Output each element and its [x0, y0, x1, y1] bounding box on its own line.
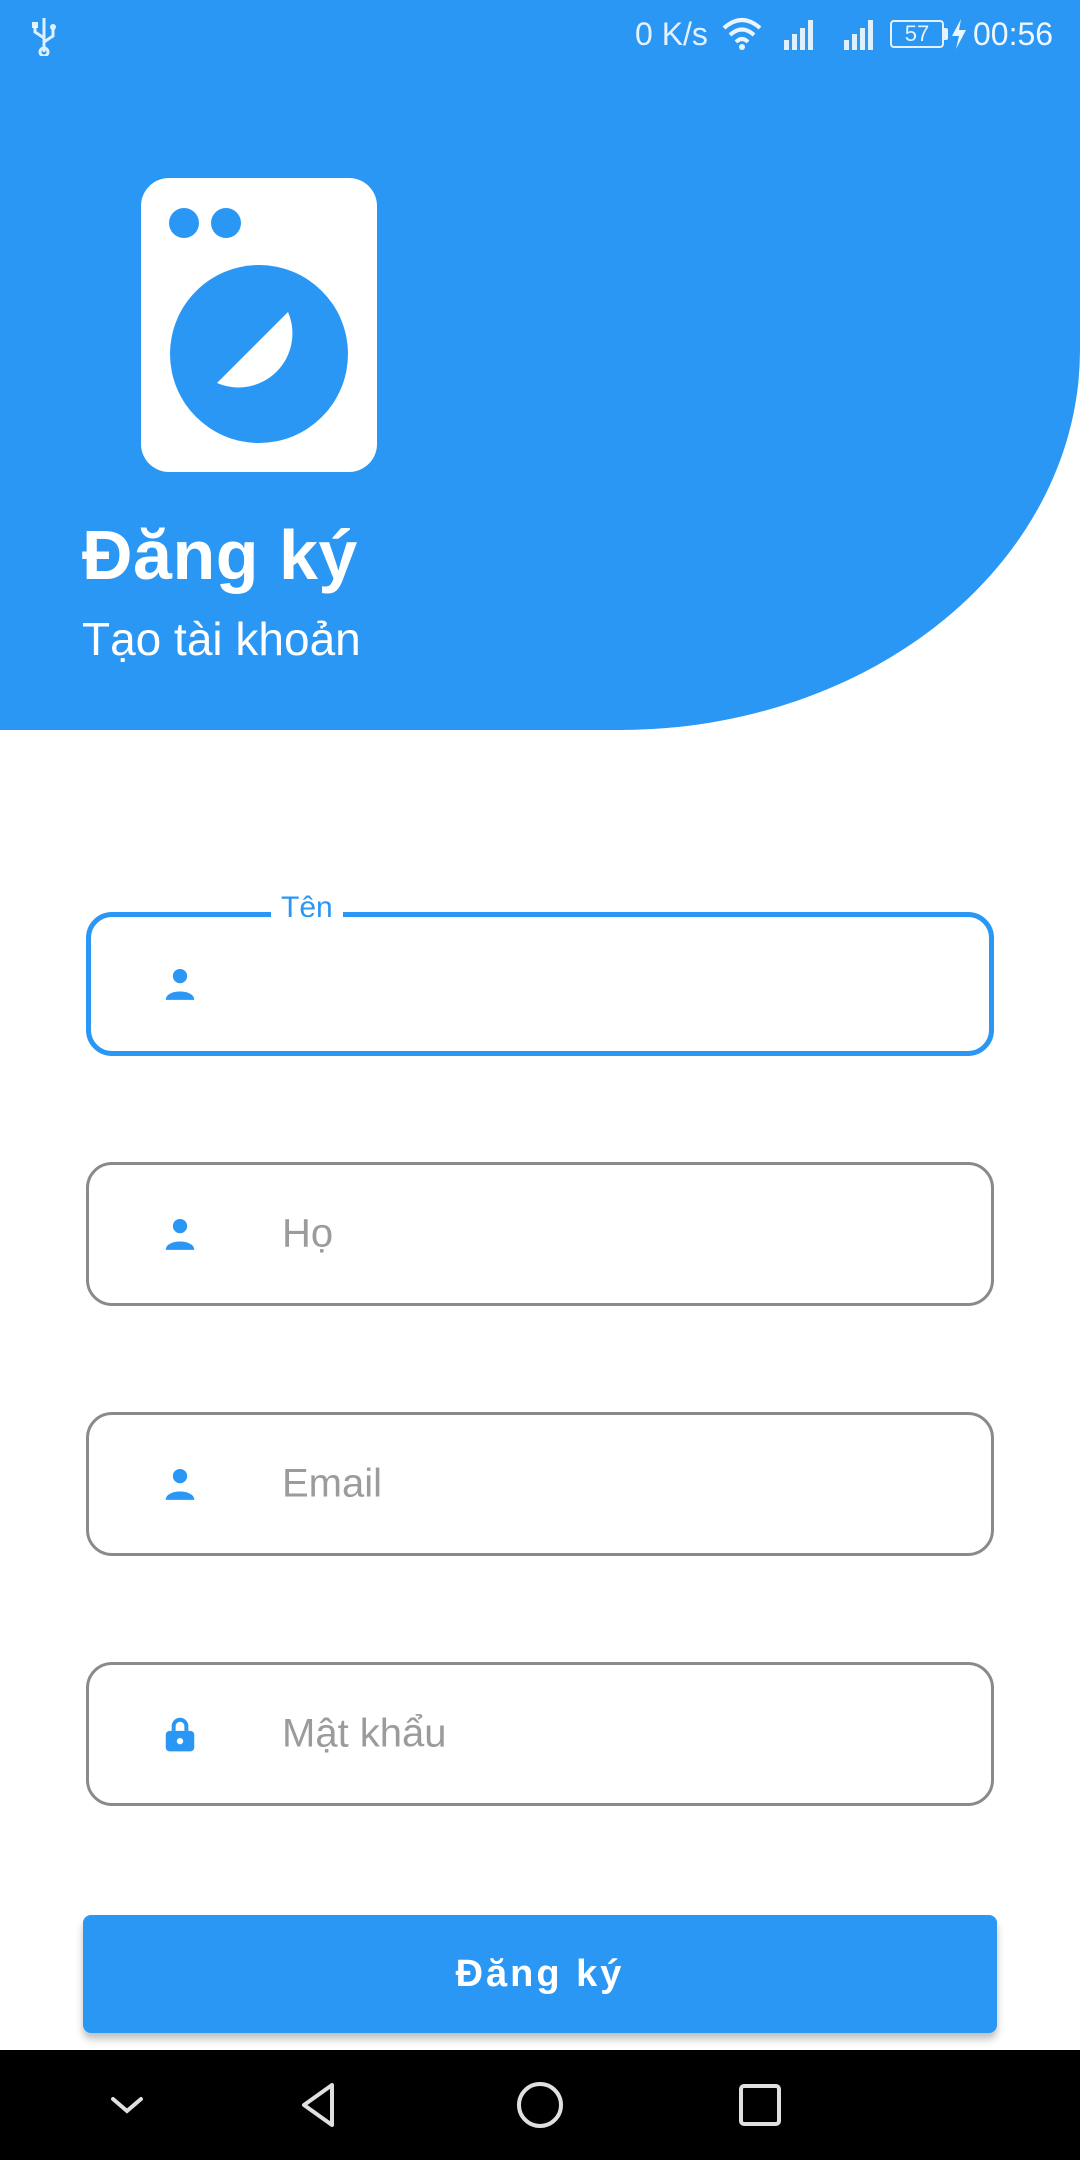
register-button[interactable]: Đăng ký [83, 1915, 997, 2033]
first-name-field[interactable]: Tên [86, 891, 994, 1056]
logo-dot [169, 208, 199, 238]
person-icon [165, 1468, 195, 1500]
last-name-placeholder: Họ [282, 1211, 334, 1256]
page-title: Đăng ký [82, 516, 358, 594]
usb-icon [32, 18, 56, 56]
page-subtitle: Tạo tài khoản [82, 613, 361, 665]
signal-icon [784, 20, 813, 50]
signal-icon [844, 20, 873, 50]
chevron-down-icon[interactable] [97, 2075, 157, 2135]
washing-machine-logo [141, 178, 377, 472]
battery-icon: 57 [890, 20, 944, 48]
lock-icon [165, 1717, 195, 1752]
email-field[interactable]: Email [86, 1412, 994, 1556]
logo-drum [170, 265, 348, 443]
status-bar: 0 K/s 57 00:56 [0, 0, 1080, 70]
logo-dot [211, 208, 241, 238]
network-speed: 0 K/s [635, 16, 708, 52]
back-icon[interactable] [290, 2075, 350, 2135]
password-field[interactable]: Mật khẩu [86, 1662, 994, 1806]
last-name-field[interactable]: Họ [86, 1162, 994, 1306]
person-icon [165, 968, 195, 1000]
recents-icon[interactable] [730, 2075, 790, 2135]
navigation-bar [0, 2050, 1080, 2160]
battery-level: 57 [904, 21, 930, 46]
clock: 00:56 [973, 16, 1054, 52]
first-name-label: Tên [271, 891, 343, 925]
home-icon[interactable] [510, 2075, 570, 2135]
email-placeholder: Email [282, 1461, 383, 1506]
password-placeholder: Mật khẩu [282, 1711, 447, 1756]
wifi-icon [722, 18, 762, 50]
charging-icon [952, 19, 966, 49]
person-icon [165, 1218, 195, 1250]
battery-tip [944, 28, 948, 40]
